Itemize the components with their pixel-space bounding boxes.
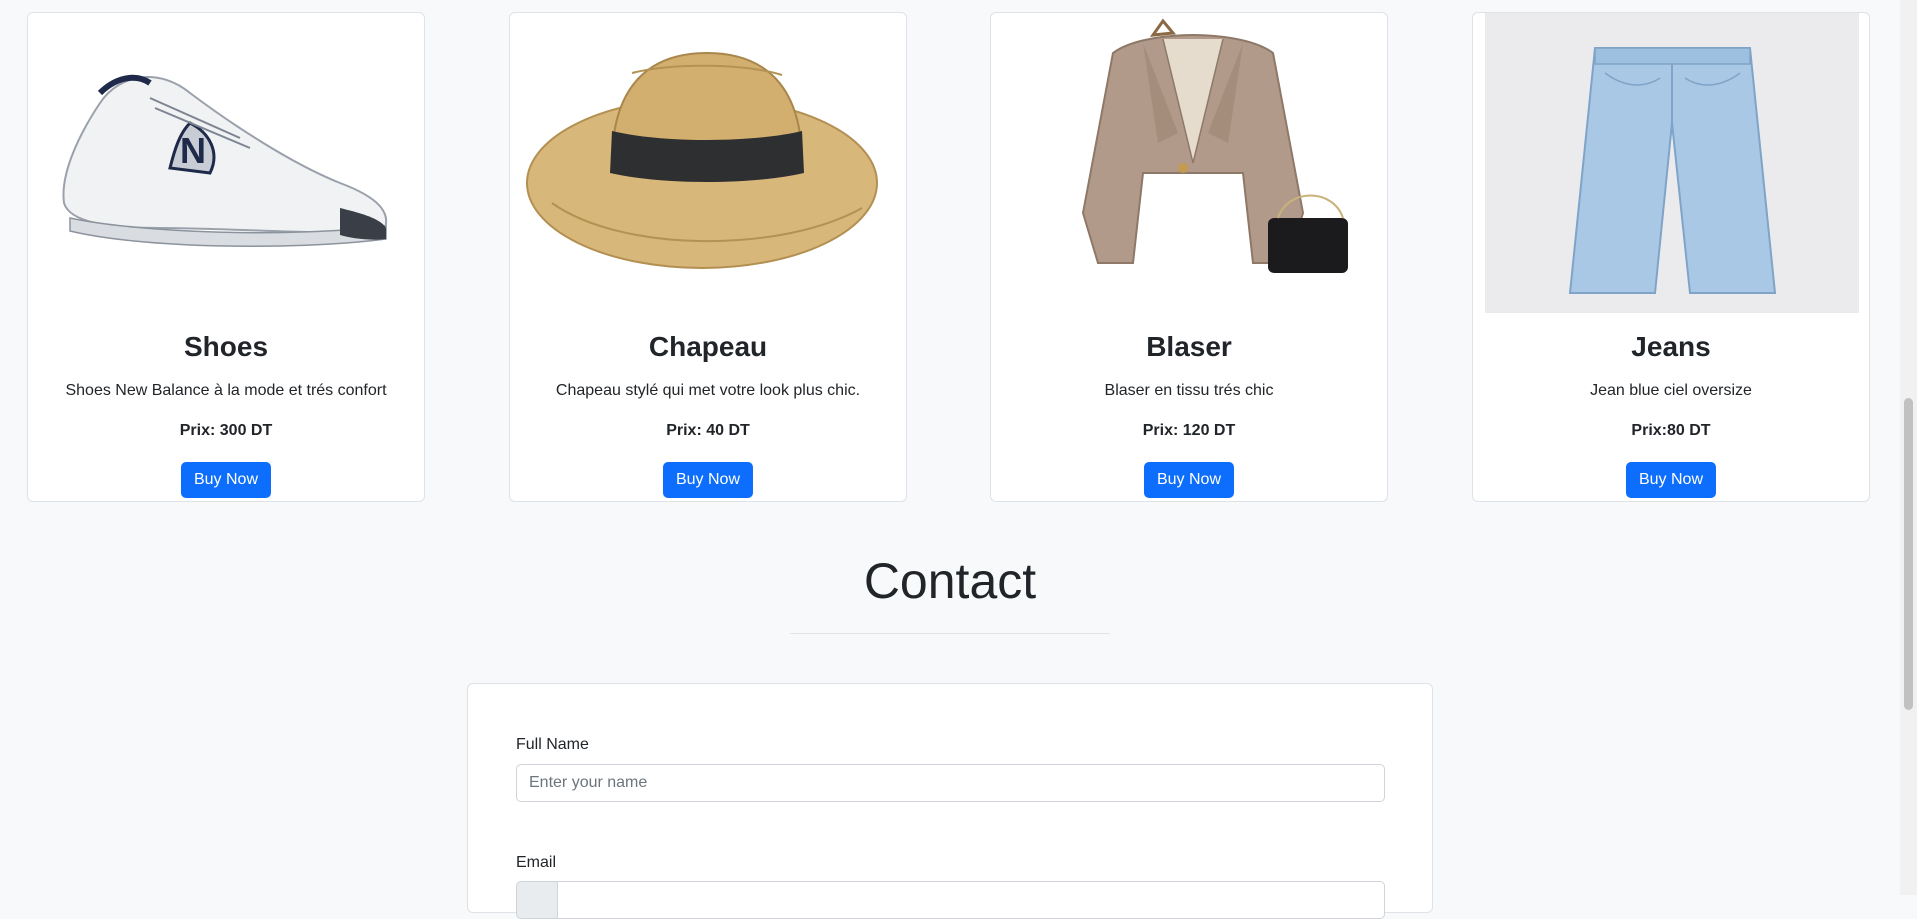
- sneaker-icon: N: [62, 74, 388, 248]
- buy-now-button[interactable]: Buy Now: [1625, 462, 1717, 498]
- page: N Shoes Shoes New Balance à la mode et t…: [0, 0, 1900, 919]
- product-image-straw-hat: [522, 13, 896, 313]
- email-label: Email: [516, 854, 557, 871]
- blazer-icon: [1081, 18, 1348, 273]
- product-description: Shoes New Balance à la mode et trés conf…: [65, 382, 387, 399]
- email-prefix-addon: [516, 881, 558, 919]
- product-card: N Shoes Shoes New Balance à la mode et t…: [27, 12, 425, 502]
- full-name-input[interactable]: [516, 764, 1385, 802]
- svg-text:N: N: [180, 130, 206, 171]
- straw-hat-icon: [526, 51, 878, 269]
- product-name: Chapeau: [648, 331, 768, 362]
- buy-now-button[interactable]: Buy Now: [662, 462, 754, 498]
- product-price: Prix: 40 DT: [666, 422, 750, 439]
- product-description: Blaser en tissu trés chic: [1104, 382, 1274, 399]
- product-name: Shoes: [183, 331, 269, 362]
- product-description: Chapeau stylé qui met votre look plus ch…: [555, 382, 861, 399]
- contact-title: Contact: [863, 553, 1037, 609]
- jeans-icon: [1568, 47, 1777, 294]
- product-name: Jeans: [1631, 331, 1711, 362]
- product-card: Blaser Blaser en tissu trés chic Prix: 1…: [990, 12, 1388, 502]
- product-price: Prix:80 DT: [1631, 422, 1711, 439]
- buy-now-button[interactable]: Buy Now: [180, 462, 272, 498]
- product-name: Blaser: [1146, 331, 1232, 362]
- product-price: Prix: 120 DT: [1142, 422, 1236, 439]
- section-divider: [790, 633, 1110, 634]
- product-card: Chapeau Chapeau stylé qui met votre look…: [509, 12, 907, 502]
- product-image-blazer: [1003, 13, 1377, 313]
- product-image-jeans: [1485, 13, 1859, 313]
- contact-form: Full Name Email: [467, 683, 1433, 919]
- product-card: Jeans Jean blue ciel oversize Prix:80 DT…: [1472, 12, 1870, 502]
- product-description: Jean blue ciel oversize: [1590, 382, 1752, 399]
- scrollbar[interactable]: [1900, 0, 1917, 895]
- scrollbar-thumb[interactable]: [1904, 398, 1913, 710]
- product-image-sneaker: N: [40, 13, 414, 313]
- full-name-label: Full Name: [516, 736, 589, 753]
- product-price: Prix: 300 DT: [179, 422, 273, 439]
- email-input[interactable]: [557, 881, 1385, 919]
- buy-now-button[interactable]: Buy Now: [1143, 462, 1235, 498]
